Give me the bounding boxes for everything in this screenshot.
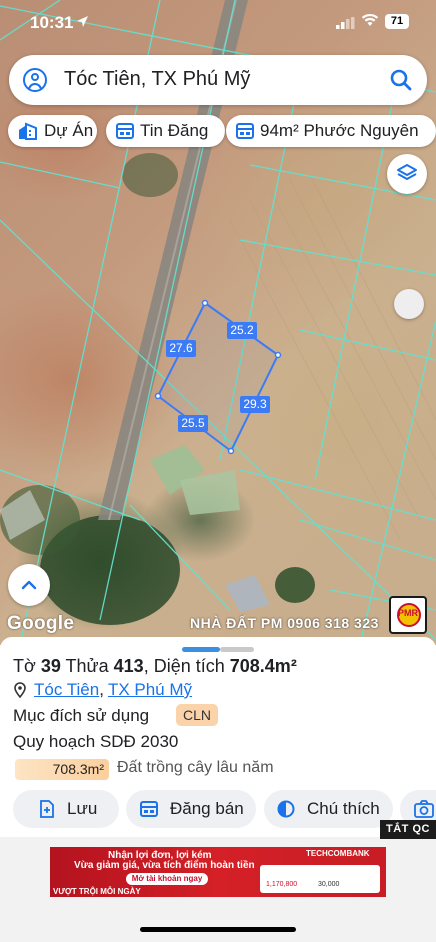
plan-area-bar: 708.3m² <box>15 759 109 780</box>
parcel-edge-east-label: 29.3 <box>240 396 270 413</box>
ad-tagline: VƯỢT TRỘI MỖI NGÀY <box>53 887 141 896</box>
camera-icon <box>414 800 434 818</box>
layers-button[interactable] <box>387 154 427 194</box>
brand-logo-text: PMR <box>398 608 418 618</box>
ad-product-card <box>260 865 380 893</box>
brand-logo: PMR <box>389 596 427 634</box>
location-arrow-icon <box>76 15 89 31</box>
purpose-code-badge: CLN <box>176 704 218 726</box>
ad-price-2: 30,000 <box>318 881 340 888</box>
parcel-edge-west-label: 27.6 <box>166 340 196 357</box>
post-sale-button-label: Đăng bán <box>170 799 244 818</box>
status-time: 10:31 <box>30 13 74 32</box>
action-bar: Lưu Đăng bán Chú thích <box>0 790 436 828</box>
chip-tin-dang[interactable]: Tin Đăng <box>106 115 225 147</box>
map-pin-icon <box>14 682 26 698</box>
chip-label: 94m² Phước Nguyên <box>260 121 419 140</box>
chip-label: Dự Án <box>44 121 94 140</box>
satellite-map[interactable]: 25.2 27.6 29.3 25.5 10:31 71 Tóc Tiên, T… <box>0 0 436 645</box>
contrast-icon <box>277 800 295 818</box>
legend-button[interactable]: Chú thích <box>264 790 393 828</box>
chip-phuoc-nguyen[interactable]: 94m² Phước Nguyên <box>226 115 436 147</box>
chip-du-an[interactable]: Dự Án <box>8 115 97 147</box>
listing-icon <box>236 123 254 139</box>
battery-icon: 71 <box>385 14 409 29</box>
cellular-signal-icon <box>336 16 356 34</box>
ad-bank-name: TECHCOMBANK <box>306 849 370 858</box>
google-logo: Google <box>7 613 75 634</box>
parcel-info-sheet[interactable]: Tờ 39 Thửa 413, Diện tích 708.4m² Tóc Ti… <box>0 637 436 837</box>
save-button[interactable]: Lưu <box>13 790 119 828</box>
plan-label: Quy hoạch SDĐ 2030 <box>13 732 179 751</box>
save-button-label: Lưu <box>67 799 98 818</box>
search-icon[interactable] <box>390 69 412 96</box>
plan-description: Đất trồng cây lâu năm <box>117 759 274 776</box>
home-indicator[interactable] <box>140 927 296 932</box>
town-link[interactable]: TX Phú Mỹ <box>108 680 192 700</box>
watermark-text: NHÀ ĐẤT PM 0906 318 323 <box>190 615 379 631</box>
ad-banner[interactable]: Nhận lợi đơn, lợi kém Vừa giảm giá, vừa … <box>50 847 386 897</box>
listing-icon <box>116 123 134 139</box>
legend-button-label: Chú thích <box>307 799 380 818</box>
chip-label: Tin Đăng <box>140 121 209 140</box>
parcel-edge-north-label: 25.2 <box>227 322 257 339</box>
layers-icon <box>397 164 417 180</box>
search-input[interactable]: Tóc Tiên, TX Phú Mỹ <box>64 68 250 91</box>
wifi-icon <box>361 13 379 32</box>
parcel-location: Tóc Tiên, TX Phú Mỹ <box>13 680 192 700</box>
account-icon[interactable] <box>23 68 47 92</box>
ad-price-1: 1,170,800 <box>266 881 298 888</box>
status-bar: 10:31 71 <box>0 0 436 46</box>
search-bar[interactable]: Tóc Tiên, TX Phú Mỹ <box>9 55 427 105</box>
sheet-handle[interactable] <box>182 647 220 652</box>
purpose-label: Mục đích sử dụng <box>13 706 150 725</box>
parcel-edge-south-label: 25.5 <box>178 415 208 432</box>
map-handle-button[interactable] <box>394 289 424 319</box>
save-icon <box>40 800 54 818</box>
ad-cta-button[interactable]: Mở tài khoản ngay <box>126 873 208 885</box>
listing-icon <box>140 801 158 817</box>
post-sale-button[interactable]: Đăng bán <box>126 790 256 828</box>
my-location-button[interactable] <box>8 564 50 606</box>
parcel-title: Tờ 39 Thửa 413, Diện tích 708.4m² <box>13 656 297 676</box>
close-ad-button[interactable]: TẮT QC <box>380 820 436 839</box>
sheet-handle-secondary[interactable] <box>220 647 254 652</box>
building-icon <box>19 122 37 140</box>
ad-subline: Vừa giảm giá, vừa tích điểm hoàn tiền <box>74 860 255 871</box>
chevron-up-icon <box>21 580 37 590</box>
commune-link[interactable]: Tóc Tiên <box>34 680 99 700</box>
